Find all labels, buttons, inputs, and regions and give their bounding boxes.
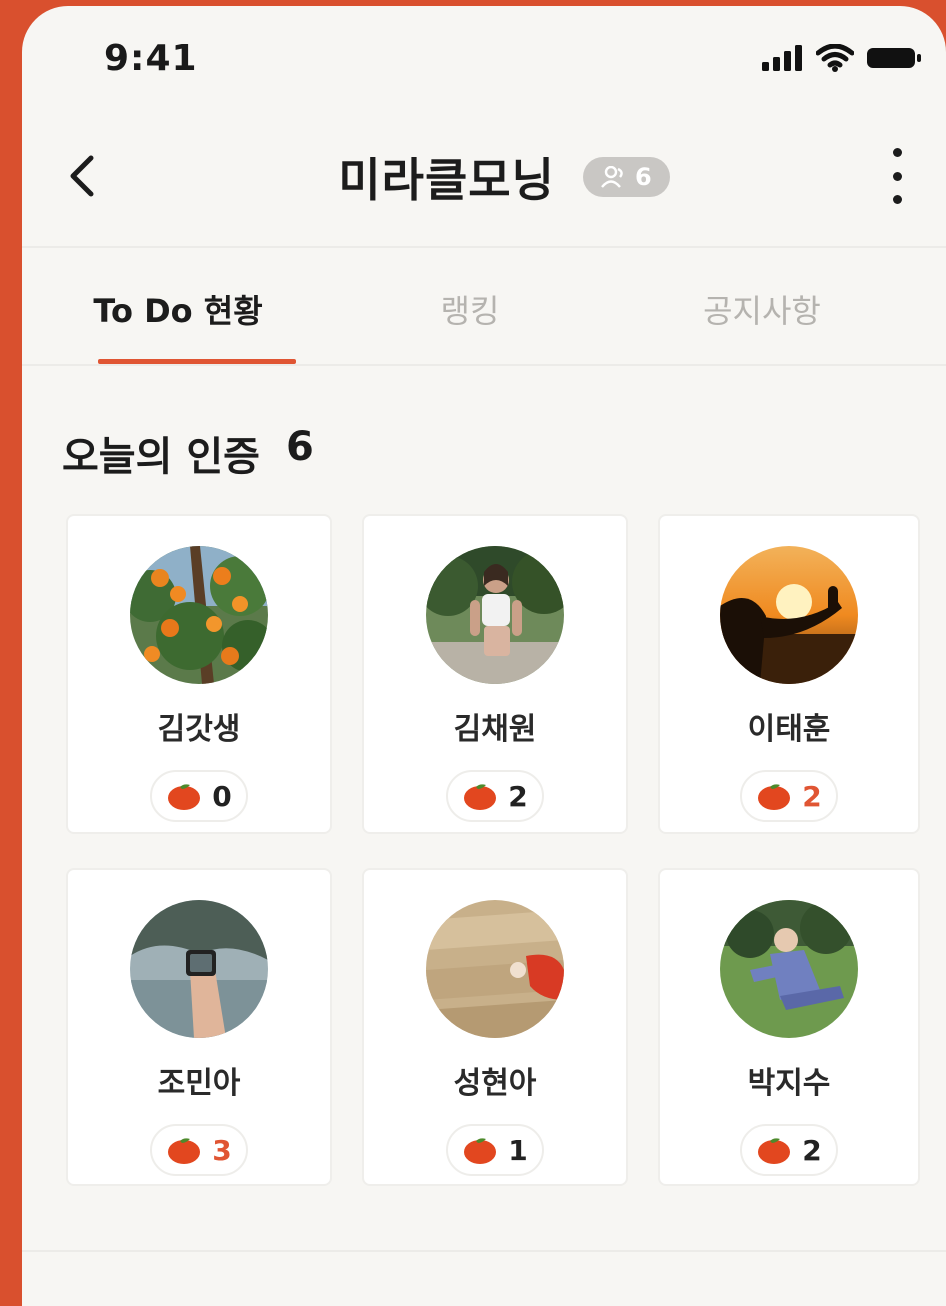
member-name: 김채원 — [453, 712, 537, 747]
signal-icon — [762, 45, 804, 75]
avatar — [426, 900, 564, 1038]
tomato-count: 2 — [802, 1133, 822, 1167]
status-time: 9:41 — [104, 38, 198, 79]
member-name: 조민아 — [157, 1066, 241, 1101]
tabs-divider — [22, 364, 946, 366]
avatar — [130, 546, 268, 684]
more-dot-icon — [892, 195, 902, 204]
tab-ranking[interactable]: 랭킹 — [324, 268, 616, 364]
header: 미라클모닝 6 — [22, 126, 946, 236]
page-title: 미라클모닝 — [338, 153, 555, 207]
member-grid: 김갓생 0 김채원 2 이태훈 2 조민아 3 성현아 1 박지수 2 — [66, 514, 926, 1186]
tomato-counter: 2 — [740, 770, 838, 822]
member-card[interactable]: 김채원 2 — [362, 514, 628, 834]
tab-notices[interactable]: 공지사항 — [616, 268, 908, 364]
avatar — [720, 900, 858, 1038]
tomato-count: 1 — [508, 1133, 528, 1167]
wifi-icon — [815, 43, 855, 76]
more-dot-icon — [892, 171, 902, 181]
tomato-icon — [464, 784, 497, 810]
avatar — [426, 546, 564, 684]
more-dot-icon — [892, 148, 902, 157]
member-name: 박지수 — [747, 1066, 831, 1101]
tomato-count: 3 — [212, 1133, 232, 1167]
member-card[interactable]: 성현아 1 — [362, 868, 628, 1186]
member-card[interactable]: 박지수 2 — [658, 868, 920, 1186]
tomato-count: 2 — [508, 779, 528, 813]
more-menu-button[interactable] — [882, 148, 912, 204]
member-card[interactable]: 김갓생 0 — [66, 514, 332, 834]
people-icon — [601, 166, 623, 188]
battery-icon — [866, 45, 922, 75]
header-divider — [22, 246, 946, 248]
tomato-icon — [168, 784, 201, 810]
tomato-icon — [758, 1138, 791, 1164]
tomato-count: 0 — [212, 779, 232, 813]
tab-todo-status[interactable]: To Do 현황 — [32, 268, 324, 364]
section-title: 오늘의 인증 — [62, 434, 260, 480]
tomato-counter: 3 — [150, 1124, 248, 1176]
tomato-counter: 1 — [446, 1124, 544, 1176]
tomato-count: 2 — [802, 779, 822, 813]
tomato-icon — [168, 1138, 201, 1164]
member-name: 성현아 — [453, 1066, 537, 1101]
member-count-badge: 6 — [582, 157, 670, 197]
member-name: 이태훈 — [747, 712, 831, 747]
avatar — [720, 546, 858, 684]
tomato-counter: 0 — [150, 770, 248, 822]
phone-screen: 9:41 미라클모닝 6 To Do 현황 랭킹 공지사항 오늘의 인증 6 김… — [22, 6, 946, 1306]
member-card[interactable]: 조민아 3 — [66, 868, 332, 1186]
tomato-icon — [758, 784, 791, 810]
section-heading: 오늘의 인증 6 — [62, 424, 314, 482]
tomato-counter: 2 — [740, 1124, 838, 1176]
title-group: 미라클모닝 6 — [22, 144, 946, 210]
avatar — [130, 900, 268, 1038]
member-card[interactable]: 이태훈 2 — [658, 514, 920, 834]
member-count: 6 — [634, 163, 652, 191]
status-bar: 9:41 — [22, 6, 946, 116]
tab-bar: To Do 현황 랭킹 공지사항 — [32, 268, 946, 364]
tomato-icon — [464, 1138, 497, 1164]
bottom-divider — [22, 1250, 946, 1252]
member-name: 김갓생 — [157, 712, 241, 747]
tomato-counter: 2 — [446, 770, 544, 822]
status-icons — [762, 43, 922, 76]
section-count: 6 — [285, 424, 314, 470]
